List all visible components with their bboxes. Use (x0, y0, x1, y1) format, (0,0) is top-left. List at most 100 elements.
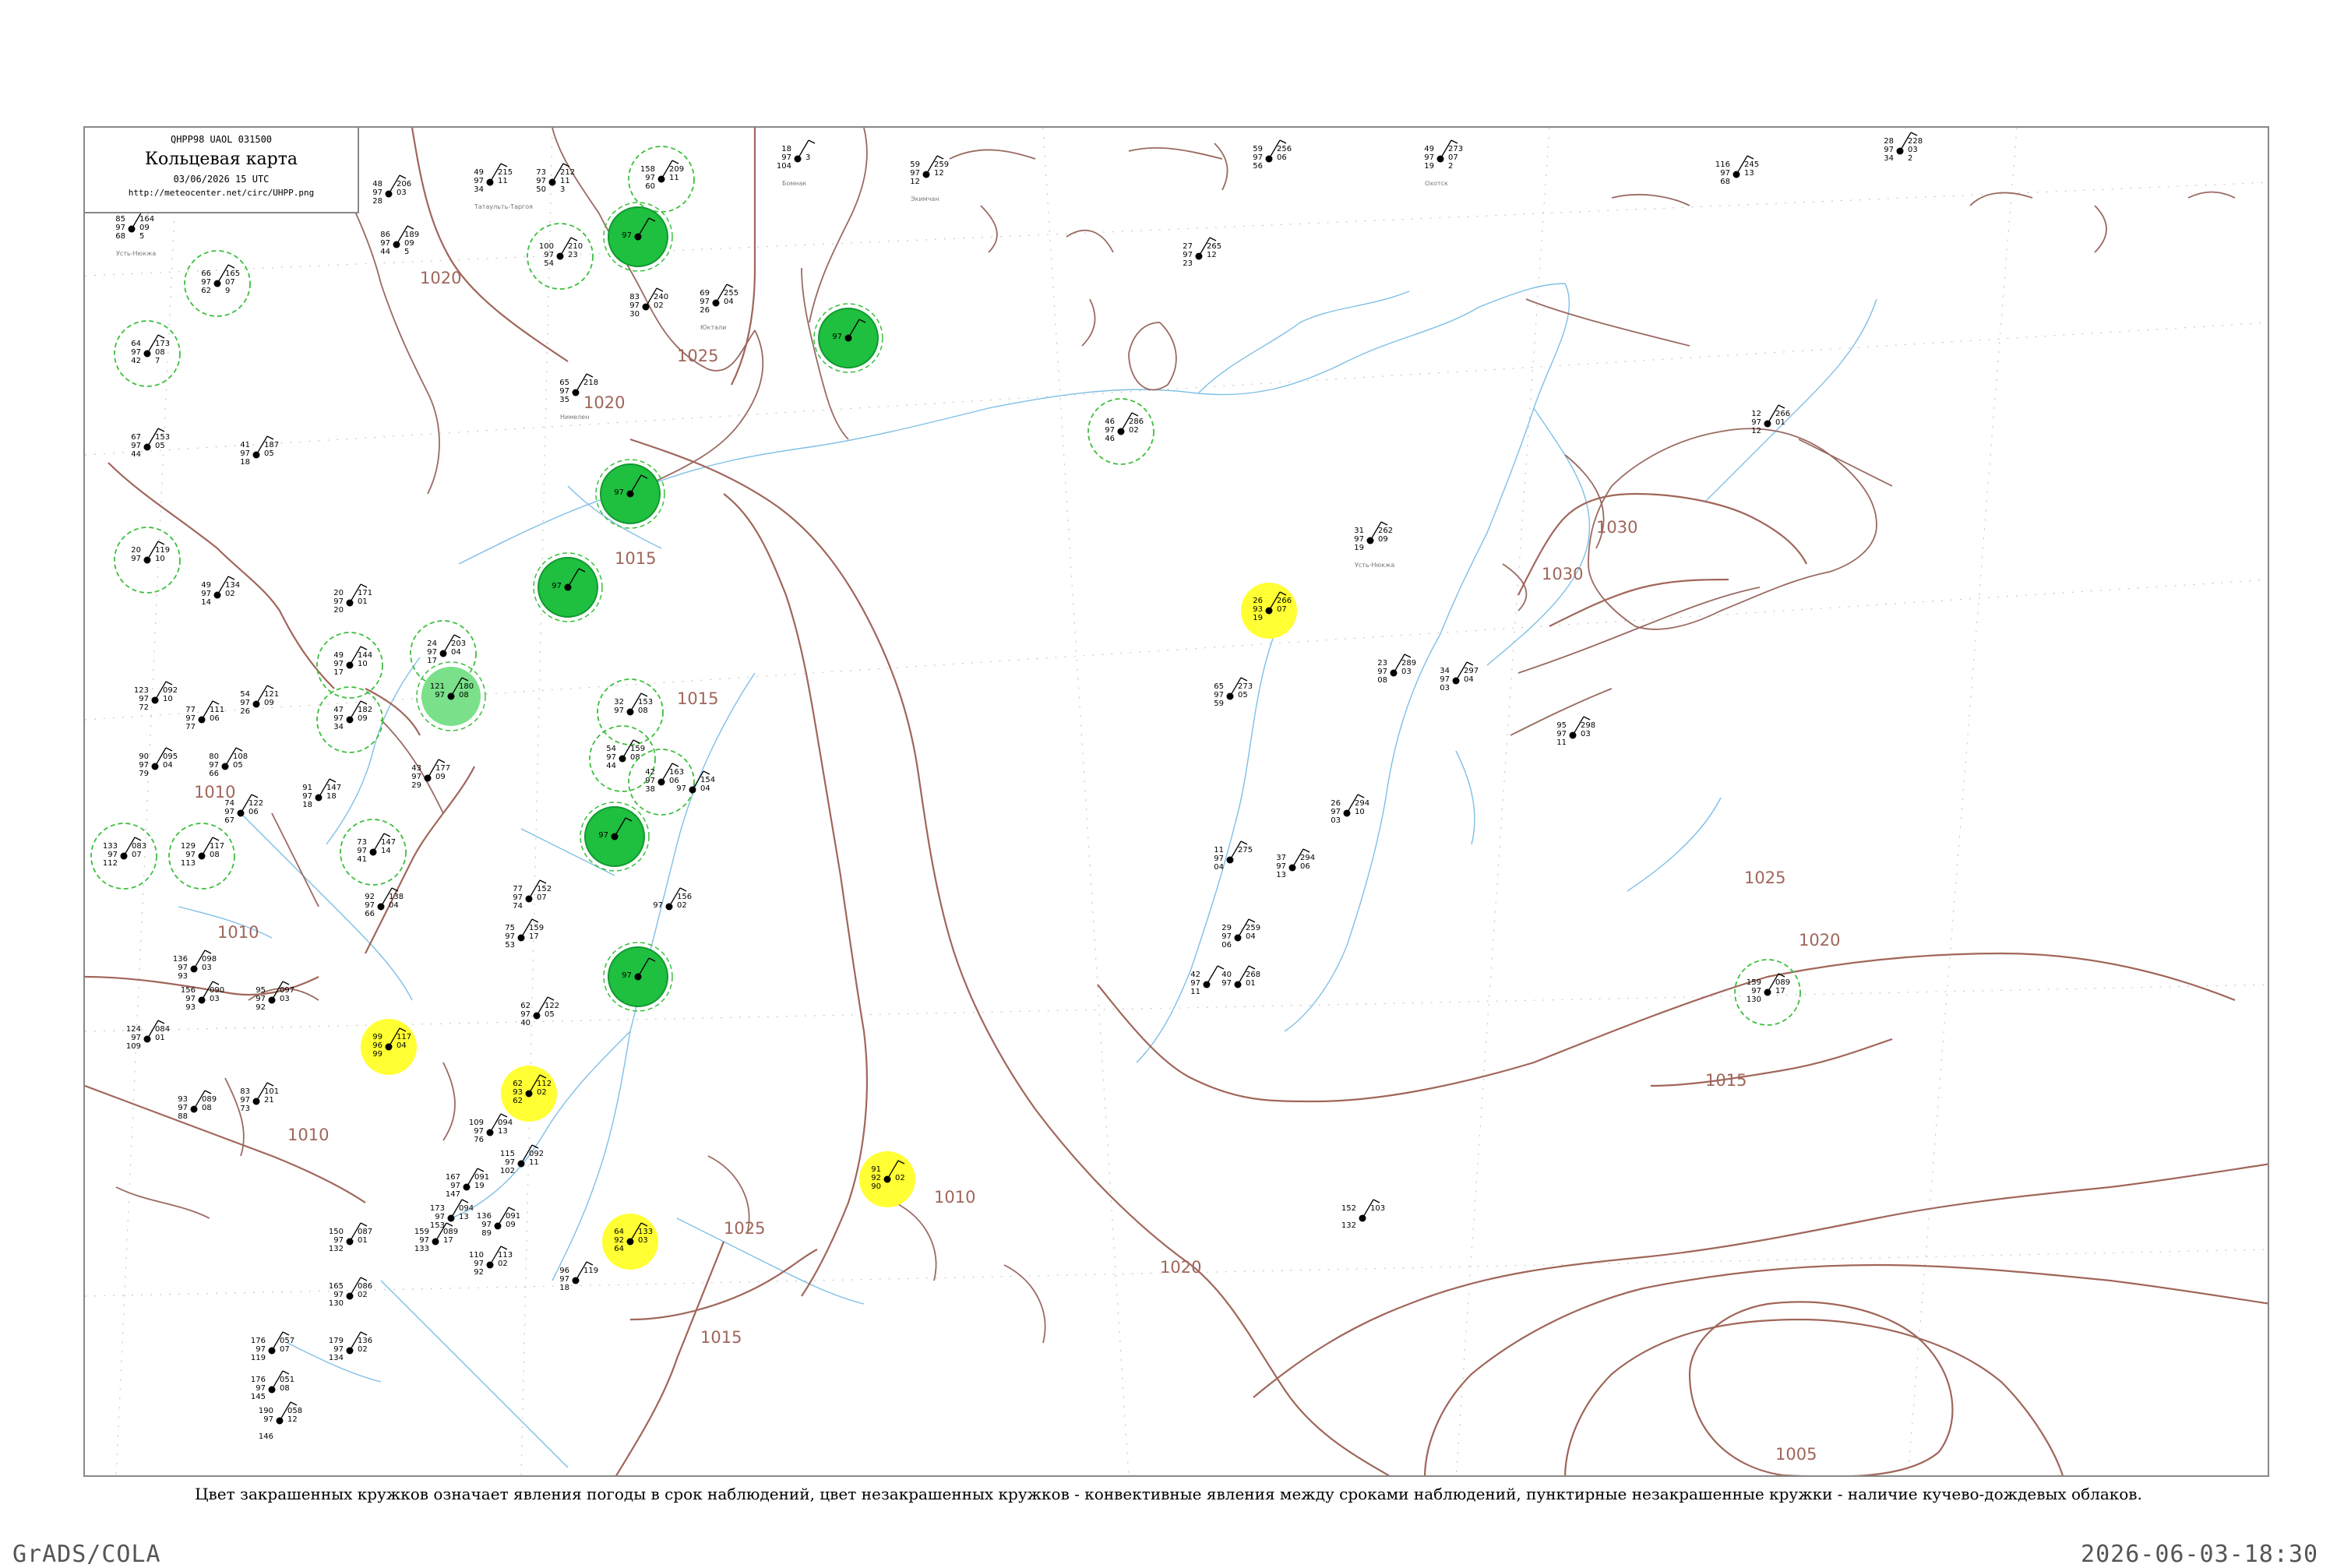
station-value: 119 (251, 1354, 266, 1362)
wind-barb-feather (212, 981, 220, 985)
station-value: 76 (474, 1136, 484, 1144)
station-value: 133 (638, 1228, 653, 1236)
station-value: 07 (1448, 153, 1458, 162)
station-value: 02 (654, 301, 664, 310)
station-value: 089 (1775, 978, 1790, 987)
station-model: 2097 11910 (114, 527, 181, 594)
station-model: 16797147 09119 (446, 1168, 489, 1199)
station-value: 090 (210, 986, 224, 995)
station-value: 153 (155, 433, 170, 442)
wind-barb-feather (531, 918, 539, 923)
station-value: 136 (358, 1337, 372, 1345)
station-value: 187 (264, 441, 279, 449)
station-model: 479734 18209 (316, 686, 383, 753)
station-value: 97 (240, 1096, 250, 1105)
station-value: 255 (724, 289, 738, 298)
station-value: 96 (559, 1267, 569, 1275)
station-value: 97 (629, 301, 640, 310)
station-model: 929766 13804 (365, 887, 404, 918)
station-model: 209720 17101 (333, 583, 372, 615)
station-value: 136 (477, 1212, 492, 1221)
isobar-label: 1010 (934, 1188, 975, 1207)
station-value: 266 (1277, 597, 1292, 605)
station-value: 97 (1556, 730, 1567, 738)
river-path (326, 657, 421, 845)
map-url: http://meteocenter.net/circ/UHPP.png (128, 188, 315, 198)
station-value: 47 (333, 706, 344, 714)
station-value: 09 (506, 1221, 516, 1229)
station-value: 18 (781, 145, 791, 153)
station-model: 1897104 3 Бомнак (777, 139, 816, 187)
station-model: 97 15602 (653, 887, 692, 911)
station-value: 97 (505, 1158, 515, 1167)
station-value: 17 (443, 1236, 453, 1245)
station-model: 1569793 09003 (181, 981, 224, 1012)
station-value: 089 (202, 1095, 217, 1104)
station-value: 97 (520, 1010, 530, 1019)
coastline-path (2094, 205, 2107, 253)
station-value: 97 (201, 278, 211, 287)
station-value: 28 (1884, 137, 1894, 146)
wind-barb-feather (500, 1246, 508, 1250)
station-value: 97 (1331, 808, 1341, 816)
station-value: 97 (411, 773, 421, 781)
station-model: 839773 10121 (240, 1082, 279, 1113)
station-value: 91 (871, 1165, 881, 1174)
wind-barb-feather (808, 139, 816, 144)
station-model: 12497109 08401 (126, 1020, 170, 1051)
station-value: 95 (256, 986, 266, 995)
wind-barb-feather (1357, 794, 1365, 798)
station-value: 31 (1354, 527, 1364, 535)
station-value: 97 (131, 555, 141, 563)
station-value: 67 (224, 816, 234, 825)
station-model: 499734 21511 Татаульть-Таргоя (474, 163, 533, 210)
station-value: 23 (1183, 259, 1193, 268)
station-value: 73 (240, 1105, 250, 1113)
station-value: 18 (302, 801, 312, 809)
wind-barb-feather (227, 264, 235, 269)
station-model: 469746 28602 (1087, 398, 1154, 465)
station-value: 97 (108, 851, 118, 859)
station-model: 1239772 09210 (134, 681, 178, 712)
station-value: 122 (545, 1002, 559, 1010)
station-value: 109 (126, 1042, 141, 1051)
station-value: 098 (202, 955, 217, 964)
station-value: 113 (181, 859, 196, 868)
station-value: 03 (210, 995, 220, 1003)
station-value: 108 (233, 752, 248, 761)
station-value: 97 (1276, 862, 1286, 871)
coastline-path (1214, 143, 1228, 191)
coastline-path (1525, 298, 1690, 347)
station-value: 10 (155, 555, 165, 563)
station-value: 69 (700, 289, 710, 298)
station-value: 02 (677, 901, 687, 910)
station-value: 54 (544, 259, 554, 268)
station-model: 59971225912Экимчан (910, 155, 949, 203)
station-value: 99 (372, 1033, 382, 1041)
station-model: 349703 29704 (1440, 661, 1479, 692)
station-value: 06 (1277, 153, 1287, 162)
station-value: 10 (1355, 808, 1365, 816)
river-path (1136, 610, 1285, 1063)
river-path (1455, 750, 1475, 845)
station-model: 97 (603, 202, 673, 272)
station-model: 679744 15305 (131, 428, 170, 459)
coastline-path (115, 1186, 210, 1219)
station-model: 649264 13303 (602, 1214, 658, 1270)
station-value: 08 (155, 348, 165, 357)
station-value: 97 (139, 761, 149, 770)
coastline-path (1128, 147, 1223, 160)
station-model: 17697119 05707 (251, 1331, 294, 1362)
wind-barb-feather (1466, 661, 1474, 666)
station-value: 173 (155, 340, 170, 348)
station-value: 129 (181, 842, 196, 851)
station-value: 93 (178, 972, 188, 981)
station-value: 147 (381, 838, 396, 847)
station-value: 74 (513, 902, 523, 911)
station-value: 133 (414, 1245, 429, 1253)
grid-line (85, 322, 2268, 456)
river-network (178, 283, 1877, 1468)
wind-barb-feather (570, 237, 578, 241)
isobar-line (731, 128, 756, 386)
wind-barb-feather (453, 634, 461, 639)
